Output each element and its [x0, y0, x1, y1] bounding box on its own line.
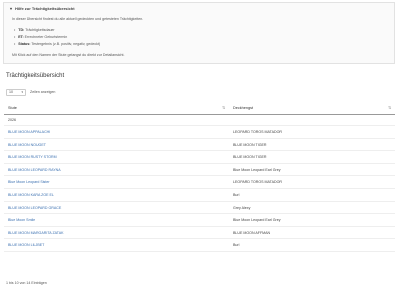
help-term: ET:	[18, 35, 24, 39]
help-term: Status:	[18, 42, 31, 46]
sort-icon[interactable]: ⇅	[388, 105, 391, 110]
help-item: Status: Testergebnis (z.B. positiv, nega…	[14, 41, 100, 48]
mare-link[interactable]: BLUE MOON LEOPARD RAYNA	[8, 168, 61, 172]
help-intro: In dieser Übersicht findest du alle aktu…	[12, 17, 144, 21]
mare-link[interactable]: BLUE MOON KARA ZOE EL	[8, 193, 54, 197]
stallion-cell: BLUE MOON TIGER	[233, 155, 267, 160]
sort-icon[interactable]: ⇅	[222, 105, 225, 110]
section-title: Trächtigkeitsübersicht	[6, 73, 65, 79]
stallion-cell: Grey Alexy	[233, 205, 251, 210]
table-row: BLUE MOON APPALACHI LEOPARD TOROS MATADOR	[4, 126, 395, 139]
help-text: Testergebnis (z.B. positiv, negativ, ged…	[31, 42, 101, 46]
stallion-cell: Blue Moon Leopard Earl Grey	[233, 218, 281, 223]
help-item: TD: Trächtigkeitsdauer	[14, 27, 100, 34]
chevron-down-icon: ▾	[10, 6, 13, 11]
column-header-mare[interactable]: Stute	[8, 106, 17, 110]
help-term: TD:	[18, 28, 25, 32]
pregnancy-table: Stute ⇅ Deckhengst ⇅ 2026 BLUE MOON APPA…	[4, 102, 395, 252]
stallion-cell: Blue Moon Leopard Earl Grey	[233, 167, 281, 172]
table-header: Stute ⇅ Deckhengst ⇅	[4, 102, 395, 115]
help-item: ET: Errechneter Geburtstermin	[14, 34, 100, 41]
table-row: Blue Moon Smile Blue Moon Leopard Earl Gr…	[4, 214, 395, 227]
mare-link[interactable]: BLUE MOON APPALACHI	[8, 130, 50, 134]
stallion-cell: BLUE MOON AFFMAN	[233, 230, 271, 235]
table-row: Blue Moon Leopard Sister LEOPARD TOROS MA…	[4, 176, 395, 189]
length-value: 10	[9, 90, 13, 94]
length-menu: 10 ▾ Zeilen anzeigen	[6, 88, 55, 96]
mare-link[interactable]: Blue Moon Smile	[8, 218, 35, 222]
stallion-cell: LEOPARD TOROS MATADOR	[233, 180, 282, 185]
mare-link[interactable]: Blue Moon Leopard Sister	[8, 180, 50, 184]
column-header-stallion[interactable]: Deckhengst	[233, 106, 253, 110]
table-row: BLUE MOON LEOPARD GRACE Grey Alexy	[4, 202, 395, 215]
help-toggle[interactable]: ▾ Hilfe zur Trächtigkeitsübersicht	[10, 6, 75, 11]
table-info: 1 bis 10 von 14 Einträgen	[6, 281, 47, 285]
table-row: BLUE MOON MARGARITA ZATAK BLUE MOON AFFMA…	[4, 227, 395, 240]
table-row: BLUE MOON RUSTY STORM BLUE MOON TIGER	[4, 151, 395, 164]
stallion-cell: BLUE MOON TIGER	[233, 142, 267, 147]
stallion-cell: Burl	[233, 243, 240, 248]
help-note: Mit Klick auf den Namen der Stute gelang…	[12, 53, 125, 57]
group-label: 2026	[8, 118, 16, 122]
table-row: BLUE MOON LILJBET Burl	[4, 239, 395, 252]
stallion-cell: Burl	[233, 192, 240, 197]
mare-link[interactable]: BLUE MOON LEOPARD GRACE	[8, 206, 61, 210]
table-row: BLUE MOON NOUGET BLUE MOON TIGER	[4, 139, 395, 152]
stallion-cell: LEOPARD TOROS MATADOR	[233, 130, 282, 134]
mare-link[interactable]: BLUE MOON MARGARITA ZATAK	[8, 231, 64, 235]
mare-link[interactable]: BLUE MOON RUSTY STORM	[8, 155, 57, 159]
length-label: Zeilen anzeigen	[30, 90, 56, 94]
length-select[interactable]: 10 ▾	[6, 88, 26, 96]
help-list: TD: Trächtigkeitsdauer ET: Errechneter G…	[14, 27, 100, 48]
mare-link[interactable]: BLUE MOON NOUGET	[8, 143, 46, 147]
help-panel: ▾ Hilfe zur Trächtigkeitsübersicht In die…	[3, 2, 395, 64]
caret-down-icon: ▾	[21, 90, 23, 94]
table-row: BLUE MOON KARA ZOE EL Burl	[4, 189, 395, 202]
mare-link[interactable]: BLUE MOON LILJBET	[8, 243, 44, 247]
help-text: Errechneter Geburtstermin	[24, 35, 68, 39]
help-title: Hilfe zur Trächtigkeitsübersicht	[15, 6, 75, 11]
help-text: Trächtigkeitsdauer	[25, 28, 55, 32]
table-row: BLUE MOON LEOPARD RAYNA Blue Moon Leopard…	[4, 164, 395, 177]
group-row: 2026	[4, 115, 395, 126]
